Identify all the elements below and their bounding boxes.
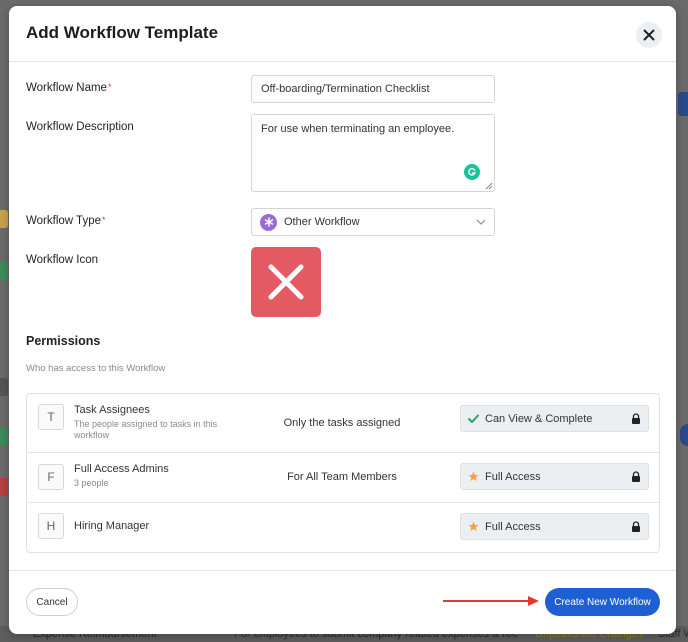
role-name: Hiring Manager — [74, 520, 150, 532]
background-marker — [0, 428, 8, 446]
add-workflow-modal: Add Workflow Template Workflow Name* Wor… — [9, 6, 676, 634]
background-marker — [0, 210, 8, 228]
role-avatar: T — [38, 404, 64, 430]
required-mark: * — [107, 82, 112, 92]
asterisk-icon — [260, 213, 277, 231]
access-level-select[interactable]: Full Access — [460, 513, 649, 540]
workflow-name-label: Workflow Name* — [26, 82, 111, 94]
role-description: The people assigned to tasks in this wor… — [74, 419, 218, 440]
workflow-description-label: Workflow Description — [26, 121, 134, 133]
required-mark: * — [102, 215, 106, 225]
create-new-workflow-button[interactable]: Create New Workflow — [545, 588, 660, 616]
grammarly-button[interactable] — [464, 164, 480, 180]
permissions-title: Permissions — [26, 334, 101, 348]
role-avatar: F — [38, 464, 64, 490]
workflow-type-select[interactable]: Other Workflow — [251, 208, 495, 236]
grammarly-icon — [468, 167, 477, 176]
workflow-type-value: Other Workflow — [284, 216, 360, 228]
workflow-icon-picker[interactable] — [251, 247, 321, 317]
star-icon — [468, 471, 479, 481]
workflow-description-input[interactable]: For use when terminating an employee. — [251, 114, 495, 192]
permission-row: H Hiring Manager Full Access — [27, 503, 659, 553]
workflow-icon-label: Workflow Icon — [26, 254, 99, 266]
permission-row: T Task Assignees The people assigned to … — [27, 394, 659, 453]
background-marker — [0, 378, 8, 396]
access-level-select[interactable]: Can View & Complete — [460, 405, 649, 432]
role-description: 3 people — [74, 478, 109, 488]
lock-icon — [632, 413, 640, 424]
permissions-table: T Task Assignees The people assigned to … — [26, 393, 660, 553]
workflow-name-input[interactable] — [251, 75, 495, 103]
modal-header: Add Workflow Template — [9, 6, 676, 62]
lock-icon — [632, 521, 640, 532]
role-avatar: H — [38, 513, 64, 539]
background-button — [678, 92, 688, 116]
background-marker — [0, 262, 8, 280]
resize-handle-icon[interactable] — [485, 182, 493, 190]
x-mark-icon — [268, 264, 304, 300]
access-level-value: Can View & Complete — [485, 412, 593, 425]
role-scope: For All Team Members — [287, 471, 397, 483]
workflow-type-label-text: Workflow Type — [26, 215, 101, 227]
role-scope: Only the tasks assigned — [283, 417, 401, 429]
close-button[interactable] — [636, 22, 662, 48]
background-marker — [0, 478, 8, 496]
star-icon — [468, 521, 479, 531]
access-level-value: Full Access — [485, 520, 541, 533]
access-level-select[interactable]: Full Access — [460, 463, 649, 490]
permission-row: F Full Access Admins 3 people For All Te… — [27, 453, 659, 503]
modal-title: Add Workflow Template — [26, 23, 219, 42]
modal-footer: Cancel Create New Workflow — [9, 570, 676, 634]
cancel-button[interactable]: Cancel — [26, 588, 78, 616]
role-name: Full Access Admins — [74, 463, 169, 475]
close-icon — [643, 29, 655, 41]
arrow-right-icon — [443, 596, 539, 606]
chevron-down-icon — [476, 219, 486, 225]
workflow-name-label-text: Workflow Name — [26, 82, 107, 94]
access-level-value: Full Access — [485, 470, 541, 483]
role-name: Task Assignees — [74, 404, 150, 416]
permissions-subtitle: Who has access to this Workflow — [26, 363, 166, 374]
check-icon — [468, 414, 479, 423]
background-badge — [680, 424, 688, 446]
lock-icon — [632, 471, 640, 482]
workflow-type-label: Workflow Type* — [26, 215, 106, 227]
